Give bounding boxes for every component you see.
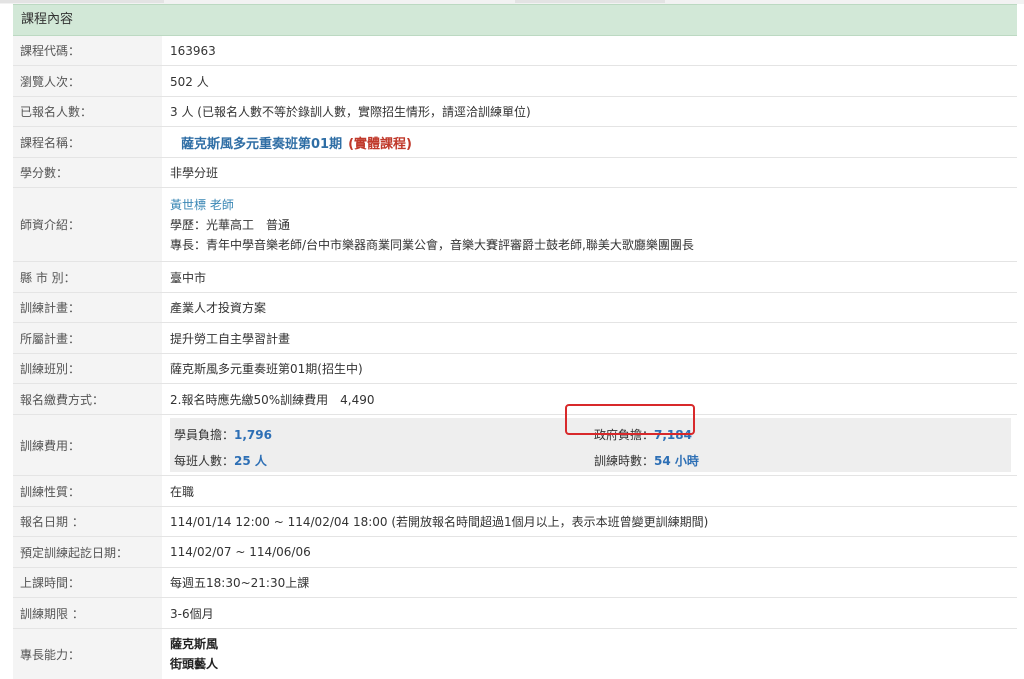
skill-item: 街頭藝人 xyxy=(170,657,219,671)
label: 訓練性質： xyxy=(13,476,162,506)
row-nature: 訓練性質： 在職 xyxy=(13,476,1017,507)
row-schedule: 上課時間： 每週五18:30~21:30上課 xyxy=(13,568,1017,598)
label: 學分數： xyxy=(13,158,162,187)
row-payment: 報名繳費方式： 2.報名時應先繳50%訓練費用 4,490 xyxy=(13,384,1017,415)
city-value: 臺中市 xyxy=(170,270,207,285)
label: 瀏覽人次： xyxy=(13,66,162,96)
teacher-education: 學歷：光華高工 普通 xyxy=(170,217,291,232)
enrolled-value: 3 人 (已報名人數不等於錄訓人數，實際招生情形，請逕洽訓練單位) xyxy=(170,105,531,119)
class-size: 每班人數：25 人 xyxy=(174,453,267,469)
parent-plan-value: 提升勞工自主學習計畫 xyxy=(170,331,291,346)
row-plan: 訓練計畫： 產業人才投資方案 xyxy=(13,293,1017,323)
course-content-panel: 課程內容 課程代碼： 163963 瀏覽人次： 502 人 已報名人數： 3 人… xyxy=(13,4,1017,679)
label: 師資介紹： xyxy=(13,188,162,261)
teacher-name-link[interactable]: 黃世標 老師 xyxy=(170,195,234,215)
label: 所屬計畫： xyxy=(13,323,162,353)
training-hours: 訓練時數：54 小時 xyxy=(594,453,699,469)
student-fee: 學員負擔：1,796 xyxy=(174,427,272,443)
government-fee-highlight-box xyxy=(565,404,695,435)
row-teacher: 師資介紹： 黃世標 老師 學歷：光華高工 普通 專長：青年中學音樂老師/台中市樂… xyxy=(13,188,1017,262)
label: 縣 市 別： xyxy=(13,262,162,292)
row-duration: 訓練期限 ： 3-6個月 xyxy=(13,598,1017,629)
label: 課程代碼： xyxy=(13,36,162,65)
class-size-value: 25 人 xyxy=(234,454,267,468)
course-title: 薩克斯風多元重奏班第01期 xyxy=(181,136,343,152)
course-name-value: 薩克斯風多元重奏班第01期 (實體課程) xyxy=(162,127,1017,157)
label: 訓練計畫： xyxy=(13,293,162,322)
row-parent-plan: 所屬計畫： 提升勞工自主學習計畫 xyxy=(13,323,1017,354)
label: 課程名稱： xyxy=(13,127,162,157)
row-enrolled: 已報名人數： 3 人 (已報名人數不等於錄訓人數，實際招生情形，請逕洽訓練單位) xyxy=(13,97,1017,127)
row-training-period: 預定訓練起訖日期： 114/02/07 ~ 114/06/06 xyxy=(13,537,1017,568)
row-course-code: 課程代碼： 163963 xyxy=(13,36,1017,66)
teacher-expertise: 專長：青年中學音樂老師/台中市樂器商業同業公會，音樂大賽評審爵士鼓老師,聯美大歌… xyxy=(170,237,694,252)
row-credit: 學分數： 非學分班 xyxy=(13,158,1017,188)
row-registration-date: 報名日期 ： 114/01/14 12:00 ~ 114/02/04 18:00… xyxy=(13,507,1017,537)
teacher-info: 黃世標 老師 學歷：光華高工 普通 專長：青年中學音樂老師/台中市樂器商業同業公… xyxy=(162,188,1017,261)
course-type-badge: (實體課程) xyxy=(348,136,412,152)
row-fee: 訓練費用： 學員負擔：1,796 政府負擔：7,184 每班人數：25 人 訓練… xyxy=(13,415,1017,476)
row-course-name: 課程名稱： 薩克斯風多元重奏班第01期 (實體課程) xyxy=(13,127,1017,158)
top-tab xyxy=(515,0,665,3)
student-fee-label: 學員負擔： xyxy=(174,428,235,442)
label: 已報名人數： xyxy=(13,97,162,126)
student-fee-value: 1,796 xyxy=(234,428,272,442)
row-views: 瀏覽人次： 502 人 xyxy=(13,66,1017,97)
label: 訓練期限 ： xyxy=(13,598,162,628)
skill-item: 薩克斯風 xyxy=(170,637,219,651)
label: 預定訓練起訖日期： xyxy=(13,537,162,567)
top-tab xyxy=(0,0,164,3)
label: 報名繳費方式： xyxy=(13,384,162,414)
registration-date-value: 114/01/14 12:00 ~ 114/02/04 18:00 (若開放報名… xyxy=(170,515,709,529)
credit-value: 非學分班 xyxy=(170,166,219,180)
label: 訓練班別： xyxy=(13,354,162,383)
course-code-value: 163963 xyxy=(170,43,216,58)
row-city: 縣 市 別： 臺中市 xyxy=(13,262,1017,293)
training-period-value: 114/02/07 ~ 114/06/06 xyxy=(170,545,311,559)
label: 上課時間： xyxy=(13,568,162,597)
section-title: 課程內容 xyxy=(13,4,1017,36)
training-hours-label: 訓練時數： xyxy=(594,454,655,468)
training-hours-value: 54 小時 xyxy=(654,454,699,468)
row-class: 訓練班別： 薩克斯風多元重奏班第01期(招生中) xyxy=(13,354,1017,384)
schedule-value: 每週五18:30~21:30上課 xyxy=(170,576,310,590)
class-value: 薩克斯風多元重奏班第01期(招生中) xyxy=(170,362,363,376)
class-size-label: 每班人數： xyxy=(174,454,235,468)
views-value: 502 人 xyxy=(170,74,209,89)
duration-value: 3-6個月 xyxy=(170,606,214,621)
label: 報名日期 ： xyxy=(13,507,162,536)
nature-value: 在職 xyxy=(170,484,195,499)
plan-value: 產業人才投資方案 xyxy=(170,301,267,315)
label: 訓練費用： xyxy=(13,415,162,475)
